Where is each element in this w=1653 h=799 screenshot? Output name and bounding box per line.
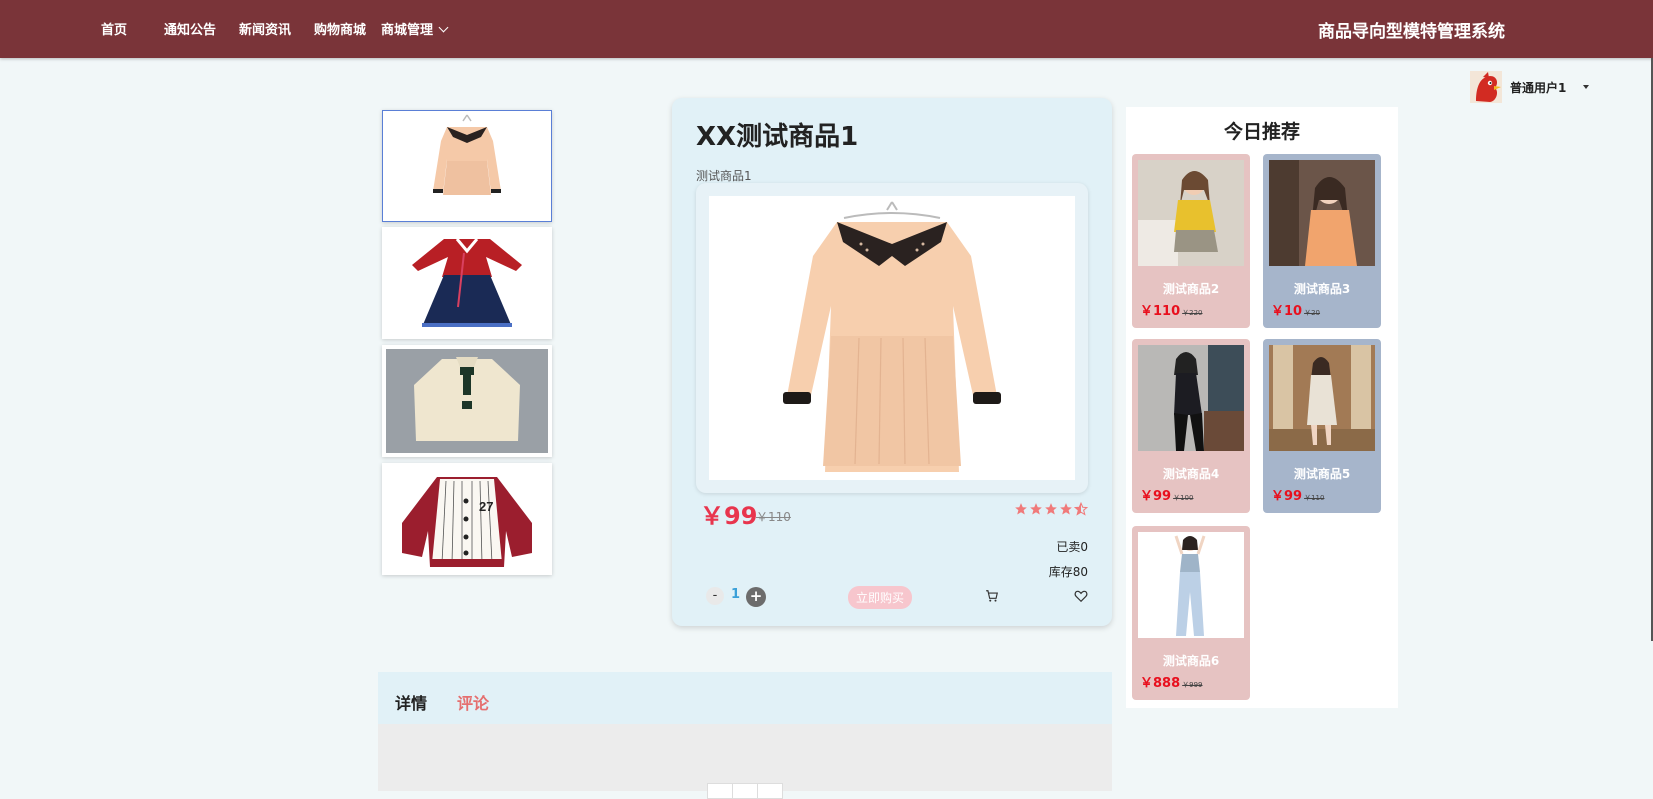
recommend-item-price: ￥99 ￥110 bbox=[1271, 485, 1324, 504]
nav-shop-management[interactable]: 商城管理 bbox=[381, 19, 449, 38]
tab-content-area bbox=[378, 724, 1112, 799]
user-name: 普通用户1 bbox=[1510, 80, 1567, 95]
recommend-item-name: 测试商品6 bbox=[1162, 654, 1220, 668]
recommend-item-name: 测试商品5 bbox=[1293, 467, 1351, 481]
recommend-item-old-price: ￥220 bbox=[1182, 309, 1203, 317]
product-thumbnail[interactable] bbox=[382, 227, 552, 339]
star-icon bbox=[1015, 503, 1027, 515]
product-thumbnail[interactable] bbox=[382, 110, 552, 222]
recommend-item-image bbox=[1269, 345, 1375, 451]
user-avatar-icon bbox=[1470, 71, 1502, 103]
sold-count: 已卖0 bbox=[1056, 540, 1088, 554]
pagination-page-button[interactable] bbox=[732, 783, 758, 799]
top-nav-bar: 首页 通知公告 新闻资讯 购物商城 商城管理 商品导向型模特管理系统 bbox=[0, 0, 1653, 58]
recommend-item-name: 测试商品4 bbox=[1162, 467, 1220, 481]
svg-text:27: 27 bbox=[479, 499, 493, 514]
recommend-item-price: ￥888 ￥999 bbox=[1140, 672, 1203, 691]
peach-dress-image bbox=[433, 114, 501, 195]
recommend-item-old-price: ￥110 bbox=[1304, 494, 1325, 502]
nav-news[interactable]: 新闻资讯 bbox=[239, 19, 291, 38]
recommend-item[interactable]: 测试商品2 ￥110 ￥220 bbox=[1132, 154, 1250, 328]
nav-home[interactable]: 首页 bbox=[101, 19, 127, 38]
product-subtitle: 测试商品1 bbox=[696, 169, 752, 183]
cart-icon[interactable] bbox=[985, 589, 999, 603]
recommend-item-price: ￥99 ￥100 bbox=[1140, 485, 1193, 504]
quantity-value: 1 bbox=[731, 587, 741, 602]
product-main-image[interactable] bbox=[709, 196, 1075, 480]
hanbok-dress-image bbox=[412, 238, 522, 327]
baseball-cardigan-image: 27 bbox=[402, 477, 532, 567]
tab-comments[interactable]: 评论 bbox=[457, 690, 489, 714]
star-icon bbox=[1060, 503, 1072, 515]
star-icon bbox=[1030, 503, 1042, 515]
recommend-item-image bbox=[1269, 160, 1375, 266]
heart-icon[interactable] bbox=[1074, 589, 1088, 603]
recommend-item-price-value: ￥888 bbox=[1140, 676, 1181, 691]
recommend-title: 今日推荐 bbox=[1223, 121, 1300, 143]
recommend-item-name: 测试商品3 bbox=[1293, 282, 1351, 296]
recommend-item-old-price: ￥999 bbox=[1182, 681, 1203, 689]
tab-details[interactable]: 详情 bbox=[395, 690, 427, 714]
nav-shop[interactable]: 购物商城 bbox=[314, 19, 366, 38]
stock-count: 库存80 bbox=[1048, 565, 1088, 579]
user-menu[interactable]: 普通用户1 bbox=[1470, 70, 1590, 104]
quantity-increase-button[interactable]: + bbox=[746, 587, 766, 607]
pagination bbox=[707, 783, 783, 799]
star-icon bbox=[1045, 503, 1057, 515]
rating-stars bbox=[1014, 502, 1088, 516]
recommend-item-price-value: ￥99 bbox=[1140, 489, 1172, 504]
recommend-item-price-value: ￥99 bbox=[1271, 489, 1303, 504]
product-original-price: ￥110 bbox=[756, 510, 791, 524]
product-thumbnail[interactable] bbox=[382, 345, 552, 457]
star-half-icon bbox=[1074, 502, 1088, 516]
caret-down-icon bbox=[1583, 85, 1590, 89]
product-title: XX测试商品1 bbox=[696, 122, 859, 152]
recommend-item[interactable]: 测试商品4 ￥99 ￥100 bbox=[1132, 339, 1250, 513]
pagination-next-button[interactable] bbox=[757, 783, 783, 799]
recommend-item-old-price: ￥20 bbox=[1304, 309, 1321, 317]
site-title: 商品导向型模特管理系统 bbox=[1318, 22, 1505, 42]
product-main-image-frame bbox=[696, 183, 1088, 493]
white-blouse-image bbox=[386, 349, 548, 453]
recommend-item-price-value: ￥110 bbox=[1140, 304, 1181, 319]
recommend-item-price-value: ￥10 bbox=[1271, 304, 1303, 319]
today-recommend-panel: 今日推荐 测试商品2 ￥110 ￥220 测试商品3 ￥10 ￥20 测试商品4 ￥… bbox=[1126, 107, 1398, 708]
detail-tabs: 详情 评论 bbox=[378, 672, 1112, 724]
recommend-item-image bbox=[1138, 160, 1244, 266]
recommend-item-image bbox=[1138, 532, 1244, 638]
recommend-item[interactable]: 测试商品5 ￥99 ￥110 bbox=[1263, 339, 1381, 513]
recommend-item-name: 测试商品2 bbox=[1162, 282, 1220, 296]
recommend-item-price: ￥10 ￥20 bbox=[1271, 300, 1320, 319]
quantity-decrease-button[interactable]: - bbox=[706, 587, 724, 605]
product-detail-card: XX测试商品1 测试商品1 ￥99 ￥110 已卖0 库存80 - 1 + 立即… bbox=[672, 98, 1112, 626]
nav-shop-management-label: 商城管理 bbox=[381, 23, 434, 38]
product-price: ￥99 bbox=[700, 502, 758, 530]
recommend-item[interactable]: 测试商品6 ￥888 ￥999 bbox=[1132, 526, 1250, 700]
recommend-item-price: ￥110 ￥220 bbox=[1140, 300, 1203, 319]
product-thumbnail[interactable]: 27 bbox=[382, 463, 552, 575]
buy-now-button[interactable]: 立即购买 bbox=[848, 586, 913, 609]
pagination-prev-button[interactable] bbox=[707, 783, 733, 799]
recommend-item-image bbox=[1138, 345, 1244, 451]
chevron-down-icon bbox=[438, 22, 449, 33]
recommend-item[interactable]: 测试商品3 ￥10 ￥20 bbox=[1263, 154, 1381, 328]
recommend-item-old-price: ￥100 bbox=[1173, 494, 1194, 502]
nav-notices[interactable]: 通知公告 bbox=[164, 19, 216, 38]
